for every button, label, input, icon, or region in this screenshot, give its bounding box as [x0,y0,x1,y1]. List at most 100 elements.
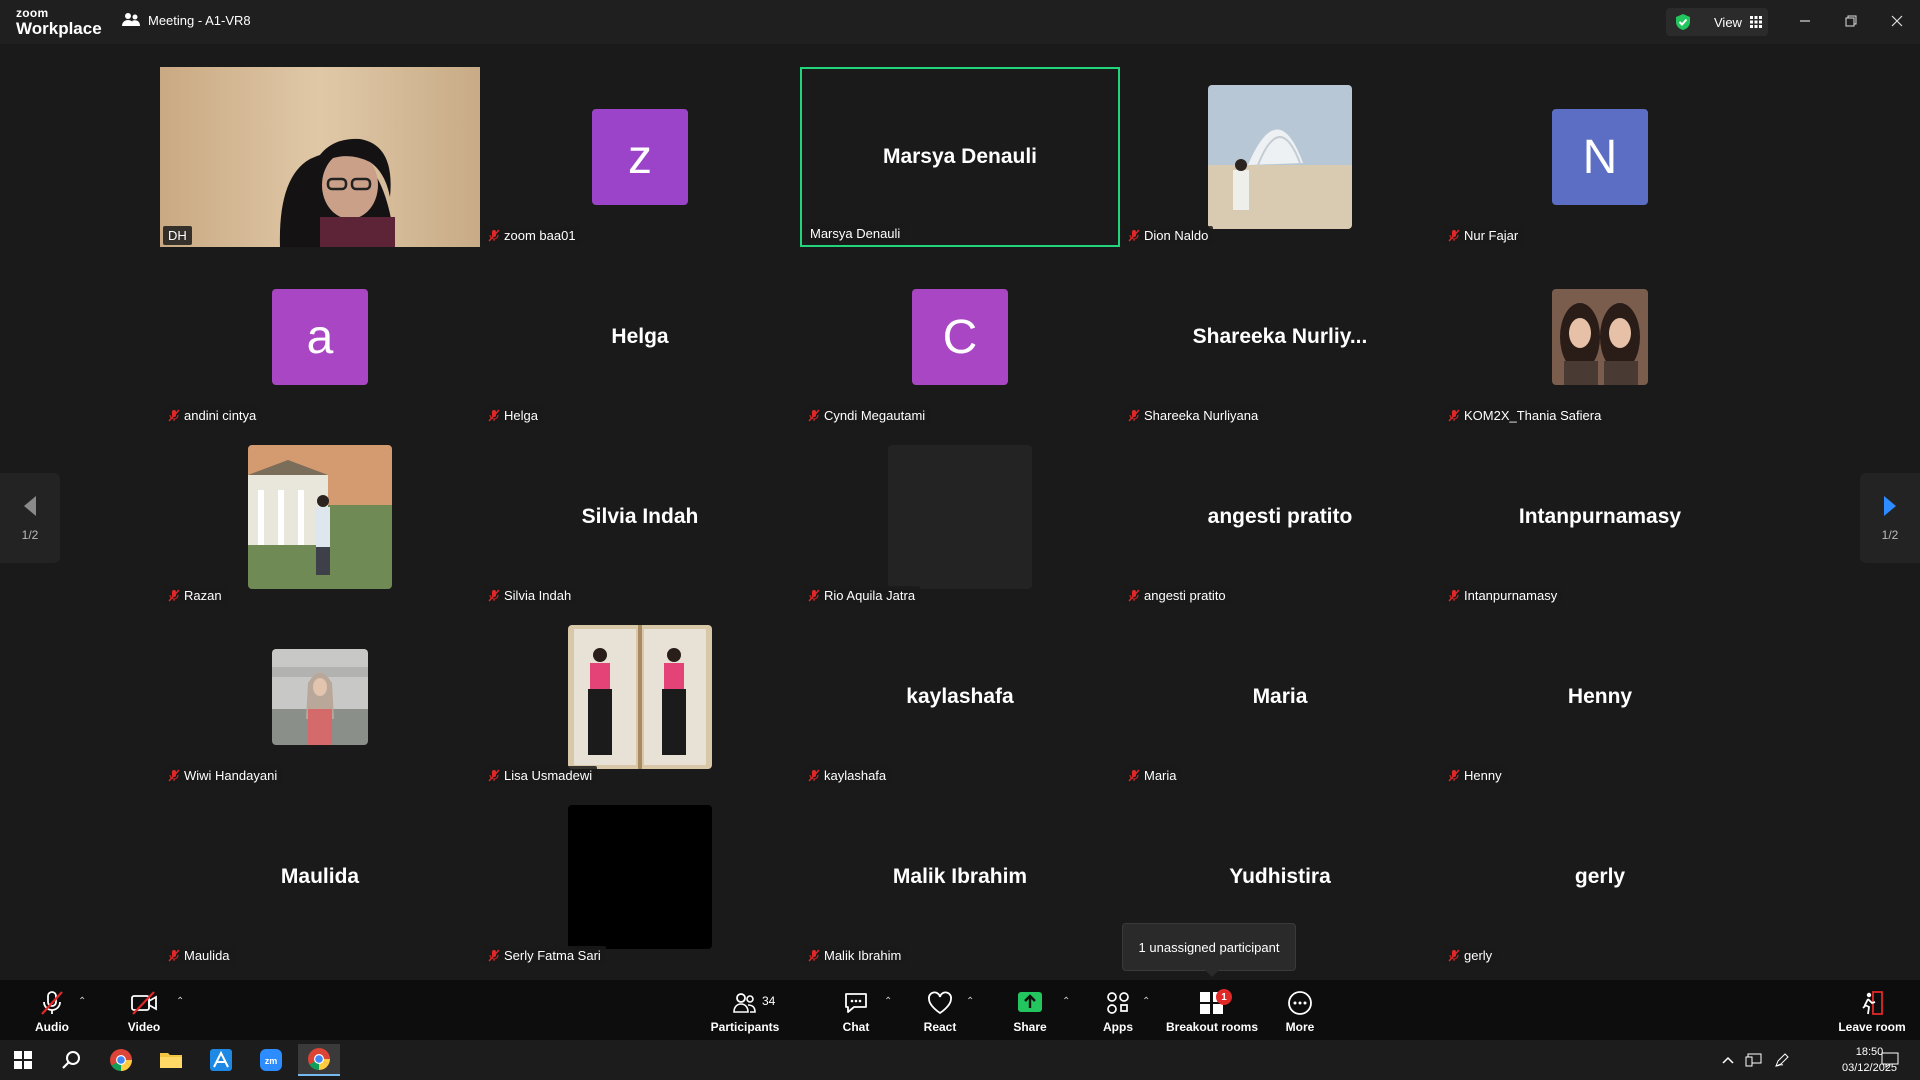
meeting-toolbar: Audio ⌃ Video ⌃ Participants 34 Chat ⌃ R… [0,980,1920,1040]
participant-tile-maulida[interactable]: Maulida Maulida [160,787,480,967]
profile-photo [568,625,712,769]
microphone-muted-icon [808,769,820,782]
participant-tile-razan[interactable]: Razan [160,427,480,607]
chat-button[interactable]: Chat [836,980,876,1040]
participant-tile-nur-fajar[interactable]: N Nur Fajar [1440,67,1760,247]
next-page-button[interactable]: 1/2 [1860,473,1920,563]
participant-tile-malik[interactable]: Malik Ibrahim Malik Ibrahim [800,787,1120,967]
share-screen-icon [1018,992,1042,1012]
audio-options-caret[interactable]: ⌃ [78,996,86,1007]
microphone-muted-icon [1128,589,1140,602]
apps-options-caret[interactable]: ⌃ [1142,996,1150,1007]
participant-tile-shareeka[interactable]: Shareeka Nurliy... Shareeka Nurliyana [1120,247,1440,427]
participant-tile-rio[interactable]: Rio Aquila Jatra [800,427,1120,607]
video-button[interactable]: Video [122,980,166,1040]
taskbar-file-explorer[interactable] [150,1044,192,1076]
participant-tile-serly[interactable]: Serly Fatma Sari [480,787,800,967]
more-icon [1288,991,1312,1015]
participant-name: zoom baa01 [504,228,576,243]
avatar: z [592,109,688,205]
svg-text:zm: zm [265,1056,278,1066]
view-button[interactable]: View [1666,8,1768,36]
breakout-rooms-button[interactable]: Breakout rooms [1164,980,1260,1040]
participant-name: Dion Naldo [1144,228,1209,243]
participant-name-tag: Rio Aquila Jatra [803,586,921,605]
participant-display-name: gerly [1574,865,1626,888]
audio-button[interactable]: Audio [30,980,74,1040]
participant-tile-andini[interactable]: a andini cintya [160,247,480,427]
microphone-muted-icon [168,409,180,422]
participant-tile-maria[interactable]: Maria Maria [1120,607,1440,787]
search-icon [62,1051,80,1069]
participant-name-tag: Dion Naldo [1123,226,1214,245]
previous-page-button[interactable]: 1/2 [0,473,60,563]
participant-name-tag: Silvia Indah [483,586,577,605]
heart-icon [928,991,952,1015]
participant-name: Shareeka Nurliyana [1144,408,1259,423]
taskbar-chrome-active[interactable] [298,1044,340,1076]
participant-name-tag: DH [163,226,192,245]
notifications-button[interactable] [1872,1044,1908,1076]
participant-tile-thania[interactable]: KOM2X_Thania Safiera [1440,247,1760,427]
participant-name-tag: Serly Fatma Sari [483,946,606,965]
react-button[interactable]: React [920,980,960,1040]
participant-name: Maria [1144,768,1177,783]
taskbar-azure-data-studio[interactable] [200,1044,242,1076]
participant-name: angesti pratito [1144,588,1226,603]
apps-icon [1107,992,1129,1014]
minimize-icon [1800,20,1810,22]
participant-tile-gerly[interactable]: gerly gerly [1440,787,1760,967]
share-options-caret[interactable]: ⌃ [1062,996,1070,1007]
participant-tile-intan[interactable]: Intanpurnamasy Intanpurnamasy [1440,427,1760,607]
chrome-icon [110,1049,132,1071]
search-button[interactable] [50,1044,92,1076]
participant-tile-helga[interactable]: Helga Helga [480,247,800,427]
participant-tile-cyndi[interactable]: C Cyndi Megautami [800,247,1120,427]
chat-options-caret[interactable]: ⌃ [884,996,892,1007]
participant-tile-dion[interactable]: Dion Naldo [1120,67,1440,247]
network-status[interactable] [1740,1044,1768,1076]
restore-button[interactable] [1836,8,1866,34]
taskbar-chrome[interactable] [100,1044,142,1076]
close-button[interactable] [1882,8,1912,34]
participant-tile-kaylashafa[interactable]: kaylashafa kaylashafa [800,607,1120,787]
react-options-caret[interactable]: ⌃ [966,996,974,1007]
participant-name-tag: Wiwi Handayani [163,766,283,785]
participant-tile-angesti[interactable]: angesti pratito angesti pratito [1120,427,1440,607]
participant-name-tag: KOM2X_Thania Safiera [1443,406,1607,425]
taskbar-zoom[interactable]: zm [250,1044,292,1076]
leave-room-button[interactable]: Leave room [1836,980,1908,1040]
microphone-muted-icon [1448,409,1460,422]
participant-name-tag: Maria [1123,766,1182,785]
participant-tile-lisa[interactable]: Lisa Usmadewi [480,607,800,787]
participant-display-name: Helga [611,325,669,348]
profile-photo [1552,289,1648,385]
participant-display-name: Henny [1567,685,1633,708]
page-indicator-right: 1/2 [1881,528,1899,542]
show-hidden-icons[interactable] [1716,1044,1740,1076]
participant-name: Malik Ibrahim [824,948,902,963]
participant-tile-silvia[interactable]: Silvia Indah Silvia Indah [480,427,800,607]
video-options-caret[interactable]: ⌃ [176,996,184,1007]
participant-name-tag: Lisa Usmadewi [483,766,598,785]
participant-name-tag: Intanpurnamasy [1443,586,1563,605]
more-button[interactable]: More [1280,980,1320,1040]
start-button[interactable] [2,1044,44,1076]
participant-tile-zoom-baa01[interactable]: z zoom baa01 [480,67,800,247]
microphone-muted-icon [1448,949,1460,962]
share-button[interactable]: Share [1010,980,1050,1040]
leave-room-label: Leave room [1838,1020,1906,1034]
participants-button[interactable]: Participants [711,980,779,1040]
leave-room-icon [1862,991,1883,1015]
profile-photo [248,445,392,589]
pen-menu[interactable] [1768,1044,1796,1076]
participant-tile-dh[interactable]: DH [160,67,480,247]
apps-button[interactable]: Apps [1098,980,1138,1040]
participant-tile-wiwi[interactable]: Wiwi Handayani [160,607,480,787]
participant-tile-henny[interactable]: Henny Henny [1440,607,1760,787]
participant-name: KOM2X_Thania Safiera [1464,408,1602,423]
minimize-button[interactable] [1790,8,1820,34]
participant-tile-marsya[interactable]: Marsya Denauli Marsya Denauli [800,67,1120,247]
participant-name-tag: Henny [1443,766,1507,785]
tooltip-text: 1 unassigned participant [1138,939,1280,955]
